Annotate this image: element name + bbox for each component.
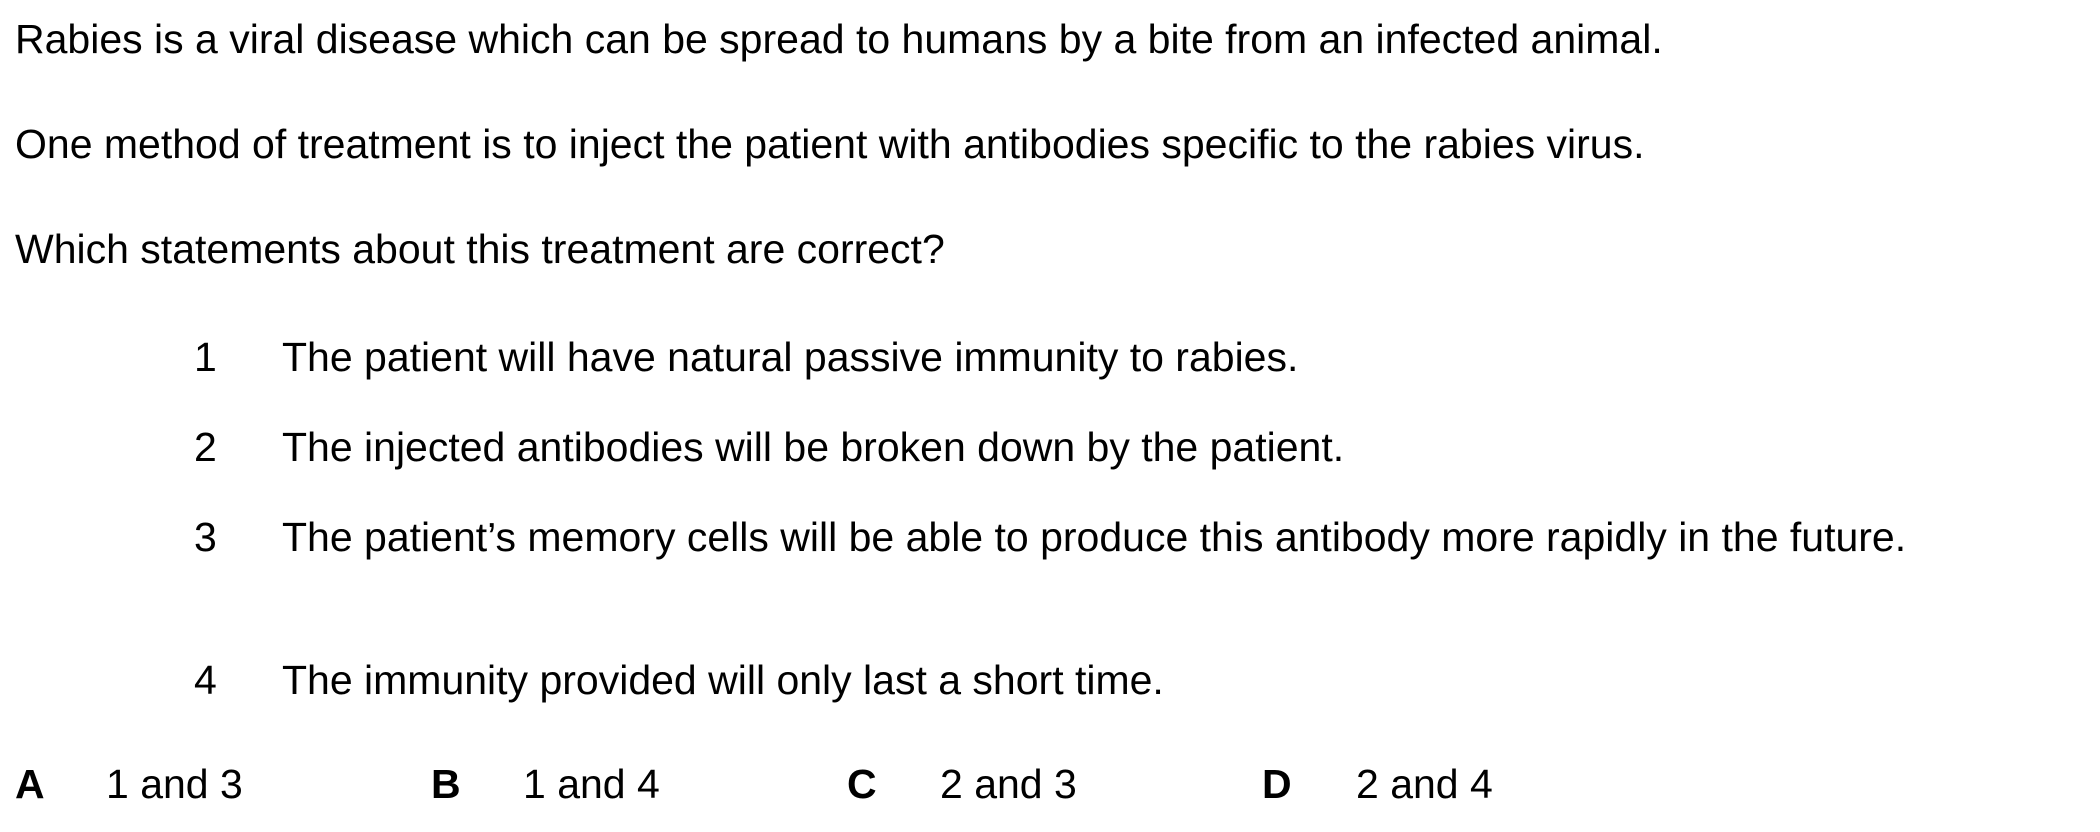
statement-text: The patient will have natural passive im… bbox=[282, 334, 1299, 380]
statement-text: The patient’s memory cells will be able … bbox=[282, 514, 1907, 560]
option-text: 2 and 4 bbox=[1356, 761, 1493, 807]
option-text: 1 and 3 bbox=[106, 761, 243, 807]
option-text: 2 and 3 bbox=[940, 761, 1077, 807]
statement-number: 4 bbox=[194, 657, 217, 703]
statement-number: 1 bbox=[194, 334, 217, 380]
option-letter: B bbox=[431, 761, 461, 807]
statement-text: The injected antibodies will be broken d… bbox=[282, 424, 1345, 470]
option-text: 1 and 4 bbox=[523, 761, 660, 807]
statement-number: 2 bbox=[194, 424, 217, 470]
statement-number: 3 bbox=[194, 514, 217, 560]
option-letter: D bbox=[1262, 761, 1292, 807]
statement-text: The immunity provided will only last a s… bbox=[282, 657, 1164, 703]
option-letter: A bbox=[15, 761, 45, 807]
option-letter: C bbox=[847, 761, 877, 807]
question-prompt: Which statements about this treatment ar… bbox=[15, 226, 945, 272]
question-treatment: One method of treatment is to inject the… bbox=[15, 121, 1645, 167]
question-page: Rabies is a viral disease which can be s… bbox=[0, 0, 2100, 832]
question-intro: Rabies is a viral disease which can be s… bbox=[15, 16, 1663, 62]
